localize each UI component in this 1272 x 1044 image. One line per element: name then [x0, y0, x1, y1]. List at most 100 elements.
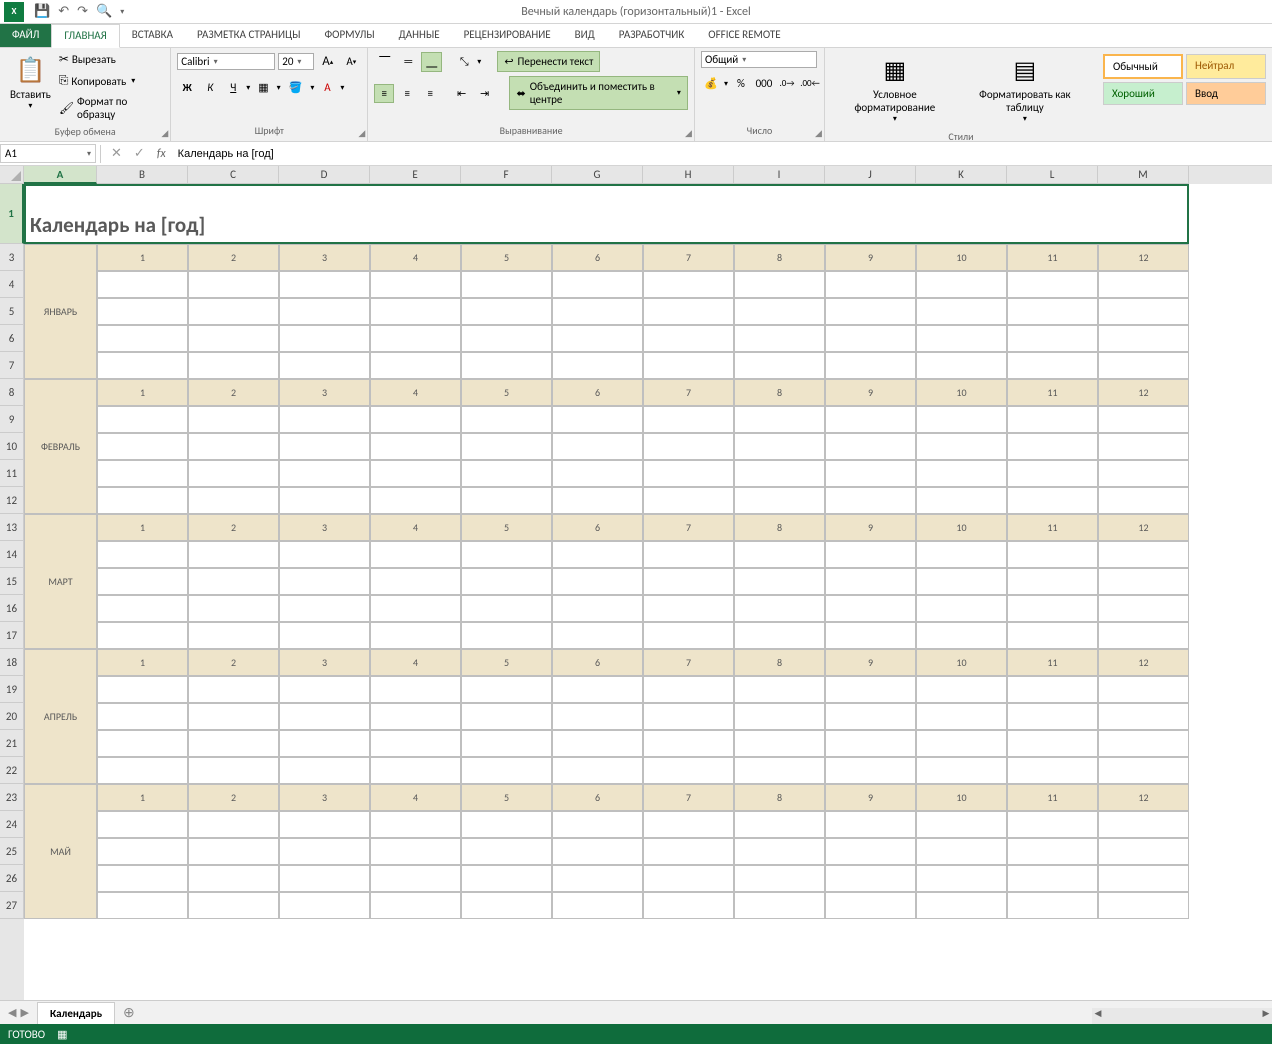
calendar-cell[interactable]	[916, 271, 1007, 298]
calendar-cell[interactable]	[825, 622, 916, 649]
calendar-cell[interactable]	[1007, 541, 1098, 568]
date-header[interactable]: 5	[461, 514, 552, 541]
date-header[interactable]: 7	[643, 379, 734, 406]
calendar-cell[interactable]	[279, 595, 370, 622]
month-label-ЯНВАРЬ[interactable]: ЯНВАРЬ	[24, 244, 97, 379]
date-header[interactable]: 7	[643, 244, 734, 271]
date-header[interactable]: 1	[97, 514, 188, 541]
calendar-cell[interactable]	[370, 406, 461, 433]
calendar-cell[interactable]	[825, 406, 916, 433]
calendar-cell[interactable]	[552, 676, 643, 703]
calendar-cell[interactable]	[552, 730, 643, 757]
calendar-cell[interactable]	[1098, 838, 1189, 865]
calendar-cell[interactable]	[734, 433, 825, 460]
col-header-B[interactable]: B	[97, 166, 188, 184]
calendar-cell[interactable]	[97, 568, 188, 595]
calendar-cell[interactable]	[1098, 865, 1189, 892]
col-header-C[interactable]: C	[188, 166, 279, 184]
date-header[interactable]: 1	[97, 649, 188, 676]
date-header[interactable]: 10	[916, 244, 1007, 271]
calendar-cell[interactable]	[279, 433, 370, 460]
row-header-6[interactable]: 6	[0, 325, 24, 352]
calendar-cell[interactable]	[1098, 811, 1189, 838]
calendar-cell[interactable]	[461, 811, 552, 838]
calendar-cell[interactable]	[188, 622, 279, 649]
col-header-F[interactable]: F	[461, 166, 552, 184]
redo-icon[interactable]: ↷	[77, 4, 88, 19]
calendar-cell[interactable]	[279, 703, 370, 730]
calendar-cell[interactable]	[1007, 865, 1098, 892]
number-format-combo[interactable]: Общий▾	[701, 51, 817, 68]
calendar-cell[interactable]	[1098, 487, 1189, 514]
calendar-cell[interactable]	[1098, 568, 1189, 595]
calendar-cell[interactable]	[1098, 271, 1189, 298]
calendar-cell[interactable]	[916, 352, 1007, 379]
calendar-cell[interactable]	[188, 892, 279, 919]
calendar-cell[interactable]	[370, 595, 461, 622]
date-header[interactable]: 11	[1007, 784, 1098, 811]
conditional-formatting-button[interactable]: ▦ Условное форматирование▾	[831, 50, 959, 128]
calendar-cell[interactable]	[643, 406, 734, 433]
calendar-cell[interactable]	[916, 541, 1007, 568]
calendar-cell[interactable]	[916, 622, 1007, 649]
col-header-M[interactable]: M	[1098, 166, 1189, 184]
date-header[interactable]: 3	[279, 379, 370, 406]
calendar-cell[interactable]	[188, 838, 279, 865]
calendar-cell[interactable]	[97, 838, 188, 865]
calendar-cell[interactable]	[461, 460, 552, 487]
calendar-cell[interactable]	[552, 595, 643, 622]
calendar-cell[interactable]	[1098, 298, 1189, 325]
calendar-cell[interactable]	[825, 352, 916, 379]
calendar-cell[interactable]	[188, 730, 279, 757]
calendar-cell[interactable]	[461, 352, 552, 379]
calendar-cell[interactable]	[279, 865, 370, 892]
calendar-cell[interactable]	[97, 892, 188, 919]
sheet-next-icon[interactable]: ▶	[20, 1006, 28, 1019]
decrease-indent-button[interactable]: ⇤	[452, 84, 472, 103]
calendar-cell[interactable]	[552, 460, 643, 487]
formula-input[interactable]	[172, 146, 1272, 162]
calendar-cell[interactable]	[279, 406, 370, 433]
date-header[interactable]: 8	[734, 514, 825, 541]
date-header[interactable]: 5	[461, 784, 552, 811]
col-header-J[interactable]: J	[825, 166, 916, 184]
font-dialog-launcher[interactable]: ◢	[358, 128, 365, 139]
col-header-D[interactable]: D	[279, 166, 370, 184]
calendar-cell[interactable]	[461, 433, 552, 460]
row-header-16[interactable]: 16	[0, 595, 24, 622]
date-header[interactable]: 3	[279, 784, 370, 811]
style-neutral[interactable]: Нейтрал	[1186, 54, 1266, 79]
undo-icon[interactable]: ↶	[58, 4, 69, 19]
calendar-cell[interactable]	[916, 433, 1007, 460]
align-center-button[interactable]: ≡	[397, 84, 417, 103]
row-header-10[interactable]: 10	[0, 433, 24, 460]
calendar-cell[interactable]	[97, 352, 188, 379]
align-bottom-button[interactable]: ⎽	[421, 52, 442, 72]
date-header[interactable]: 6	[552, 379, 643, 406]
orientation-button[interactable]: ⤡	[454, 52, 474, 72]
calendar-cell[interactable]	[643, 703, 734, 730]
calendar-cell[interactable]	[370, 460, 461, 487]
wrap-text-button[interactable]: ↩Перенести текст	[497, 51, 600, 72]
calendar-cell[interactable]	[279, 298, 370, 325]
calendar-cell[interactable]	[188, 325, 279, 352]
decrease-decimal-button[interactable]: .00←	[800, 75, 820, 92]
accounting-format-button[interactable]: 💰	[701, 74, 721, 93]
align-right-button[interactable]: ≡	[420, 84, 440, 103]
tab-home[interactable]: ГЛАВНАЯ	[51, 24, 119, 48]
calendar-cell[interactable]	[734, 298, 825, 325]
calendar-cell[interactable]	[461, 676, 552, 703]
calendar-cell[interactable]	[188, 352, 279, 379]
calendar-cell[interactable]	[734, 730, 825, 757]
calendar-cell[interactable]	[1098, 406, 1189, 433]
calendar-cell[interactable]	[97, 325, 188, 352]
font-size-combo[interactable]: 20▾	[278, 53, 314, 70]
calendar-cell[interactable]	[552, 838, 643, 865]
style-normal[interactable]: Обычный	[1103, 54, 1183, 79]
date-header[interactable]: 6	[552, 244, 643, 271]
calendar-cell[interactable]	[552, 406, 643, 433]
calendar-cell[interactable]	[188, 568, 279, 595]
calendar-cell[interactable]	[552, 703, 643, 730]
row-header-18[interactable]: 18	[0, 649, 24, 676]
date-header[interactable]: 12	[1098, 514, 1189, 541]
